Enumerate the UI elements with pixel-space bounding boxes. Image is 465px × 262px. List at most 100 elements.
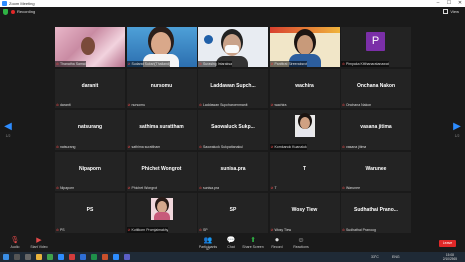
- next-page-number: 1/2: [454, 134, 460, 138]
- zoom-window: Zoom Meeting – ☐ ✕ Recording View ◀ 1/2 …: [0, 0, 465, 262]
- start-menu-icon[interactable]: [3, 254, 9, 260]
- smiley-icon: ☺: [297, 237, 305, 244]
- start-video-label: Start Video: [30, 245, 48, 249]
- participant-tile[interactable]: Phichet Wongrot ⊘ Phichet Wongrot: [126, 151, 197, 191]
- close-button[interactable]: ✕: [455, 0, 465, 7]
- participant-name: sathima surattham: [131, 144, 161, 149]
- participant-name-tag: ⊘ T: [270, 185, 277, 191]
- search-icon[interactable]: [14, 254, 20, 260]
- participant-tile[interactable]: vasana jitima ⊘ vasana jitima: [341, 110, 411, 150]
- view-label: View: [450, 9, 459, 14]
- participant-tile[interactable]: T ⊘ T: [269, 151, 340, 191]
- participant-display-name: sathima surattham: [139, 124, 184, 130]
- participant-name-tag: ⊘ sathima surattham: [127, 144, 161, 150]
- powerpoint-icon[interactable]: [102, 254, 108, 260]
- participant-name-tag: ⊘ Sudhathai Pranoog: [341, 227, 376, 233]
- participant-tile[interactable]: ⊘ Sudarat Suksri(Thailand): [126, 27, 197, 67]
- file-explorer-icon[interactable]: [36, 254, 42, 260]
- task-view-icon[interactable]: [25, 254, 31, 260]
- minimize-button[interactable]: –: [433, 0, 443, 7]
- participant-tile[interactable]: ⊘ Thanatha Samai: [55, 27, 125, 67]
- participant-name-tag: ⊘ wachira: [270, 102, 287, 108]
- participant-profile-photo: [294, 115, 315, 137]
- teams-icon[interactable]: [124, 254, 130, 260]
- record-icon: ⏺: [275, 237, 279, 244]
- participant-tile[interactable]: Wosy Tiew ⊘ Wosy Tiew: [269, 193, 340, 233]
- gallery-grid: ⊘ Thanatha Samai ⊘ Sudarat Suksri(Thailand)…: [55, 27, 411, 233]
- record-button[interactable]: ⏺ Record: [268, 236, 286, 252]
- participant-tile[interactable]: Sudhathai Prano... ⊘ Sudhathai Pranoog: [341, 193, 411, 233]
- mic-muted-icon: ⊘: [56, 227, 59, 232]
- language-indicator[interactable]: ENG: [392, 252, 400, 262]
- participant-tile[interactable]: ⊘ Panittrat Sireeraksrot: [269, 27, 340, 67]
- window-title: Zoom Meeting: [9, 1, 35, 6]
- participant-tile[interactable]: Saowaluck Sukp... ⊘ Saowaluck Sukpattanaku…: [198, 110, 268, 150]
- participant-name: Kornkanok Kuanaluk: [274, 144, 307, 149]
- participant-name-tag: ⊘ Saowaluck Sukpattanakul: [198, 144, 243, 150]
- participant-name: nursomu: [131, 103, 146, 107]
- participant-name-tag: ⊘ daranit: [55, 102, 71, 108]
- recording-indicator[interactable]: Recording: [3, 9, 35, 15]
- next-page-arrow-icon[interactable]: ▶: [451, 122, 463, 132]
- chrome-icon[interactable]: [47, 254, 53, 260]
- previous-page-arrow-icon[interactable]: ◀: [2, 122, 14, 132]
- participant-name: Warunee: [345, 186, 361, 190]
- participant-name: Surasing Intaraksa: [202, 61, 233, 66]
- participant-name-tag: ⊘ natsurang: [55, 144, 76, 150]
- participant-tile[interactable]: sunisa.pra ⊘ sunisa.pra: [198, 151, 268, 191]
- participant-tile[interactable]: daranit ⊘ daranit: [55, 68, 125, 108]
- start-video-button[interactable]: ▶ Start Video: [28, 236, 50, 252]
- participant-display-name: natsurang: [77, 124, 103, 130]
- participant-display-name: PS: [86, 207, 94, 213]
- participant-name: Sudarat Suksri(Thailand): [131, 61, 171, 66]
- participant-name: wachira: [274, 103, 287, 107]
- participant-name: Thanatha Samai: [59, 61, 86, 66]
- participants-button[interactable]: 👥47 Participants: [196, 236, 220, 252]
- app-red-icon[interactable]: [69, 254, 75, 260]
- participant-name: sunisa.pra: [202, 186, 220, 190]
- previous-page-number: 1/2: [5, 134, 11, 138]
- mic-muted-icon: ⊘: [56, 186, 59, 190]
- participant-tile[interactable]: Laddawan Supch... ⊘ Laddawan Supcharoenman…: [198, 68, 268, 108]
- chat-bubble-icon: 💬: [226, 237, 236, 244]
- maximize-button[interactable]: ☐: [444, 0, 454, 7]
- reactions-button[interactable]: ☺ Reactions: [290, 236, 312, 252]
- participant-tile[interactable]: ⊘ Kuttikorn Promjaimakhy: [126, 193, 197, 233]
- participant-tile[interactable]: Onchana Nakon ⊘ Onchana Nakon: [341, 68, 411, 108]
- participant-display-name: Onchana Nakon: [356, 82, 396, 89]
- participant-display-name: Laddawan Supch...: [210, 82, 256, 89]
- participant-display-name: Wosy Tiew: [291, 207, 318, 213]
- participant-tile[interactable]: P ⊘ Pimpaka Kitthanaratanawat: [341, 27, 411, 67]
- participant-tile[interactable]: ⊘ Kornkanok Kuanaluk: [269, 110, 340, 150]
- windows-taskbar: 33°C ENG 15:08 2/10/2565: [0, 252, 465, 262]
- share-screen-button[interactable]: ⬆ Share Screen: [241, 236, 265, 252]
- participant-tile[interactable]: natsurang ⊘ natsurang: [55, 110, 125, 150]
- participant-name: PS: [59, 227, 65, 232]
- participant-name-tag: ⊘ vasana jitima: [341, 144, 366, 150]
- mic-muted-icon: ⊘: [199, 61, 202, 66]
- participant-display-name: wachira: [295, 82, 314, 89]
- system-clock[interactable]: 15:08 2/10/2565: [443, 253, 457, 261]
- audio-button[interactable]: 🎙 Audio: [7, 236, 23, 252]
- participant-tile[interactable]: Warunee ⊘ Warunee: [341, 151, 411, 191]
- participant-tile[interactable]: ⊘ Surasing Intaraksa: [198, 27, 268, 67]
- security-shield-icon[interactable]: [3, 9, 8, 15]
- leave-button[interactable]: Leave: [439, 240, 456, 247]
- participant-tile[interactable]: SP ⊘ SP: [198, 193, 268, 233]
- participant-name: Pimpaka Kitthanaratanawat: [345, 61, 389, 66]
- zoom-taskbar-icon[interactable]: [113, 254, 119, 260]
- word-icon[interactable]: [80, 254, 86, 260]
- participant-name-tag: ⊘ PS: [55, 227, 65, 233]
- participant-name-tag: ⊘ Surasing Intaraksa: [198, 60, 233, 67]
- view-button[interactable]: View: [443, 9, 459, 14]
- chat-button[interactable]: 💬 Chat: [223, 236, 239, 252]
- participant-tile[interactable]: nursomu ⊘ nursomu: [126, 68, 197, 108]
- participant-display-name: T: [302, 165, 307, 172]
- participant-tile[interactable]: Nipaporn ⊘ Nipaporn: [55, 151, 125, 191]
- participant-tile[interactable]: sathima surattham ⊘ sathima surattham: [126, 110, 197, 150]
- participant-tile[interactable]: PS ⊘ PS: [55, 193, 125, 233]
- participant-tile[interactable]: wachira ⊘ wachira: [269, 68, 340, 108]
- excel-icon[interactable]: [91, 254, 97, 260]
- edge-icon[interactable]: [58, 254, 64, 260]
- mic-muted-icon: ⊘: [270, 227, 274, 232]
